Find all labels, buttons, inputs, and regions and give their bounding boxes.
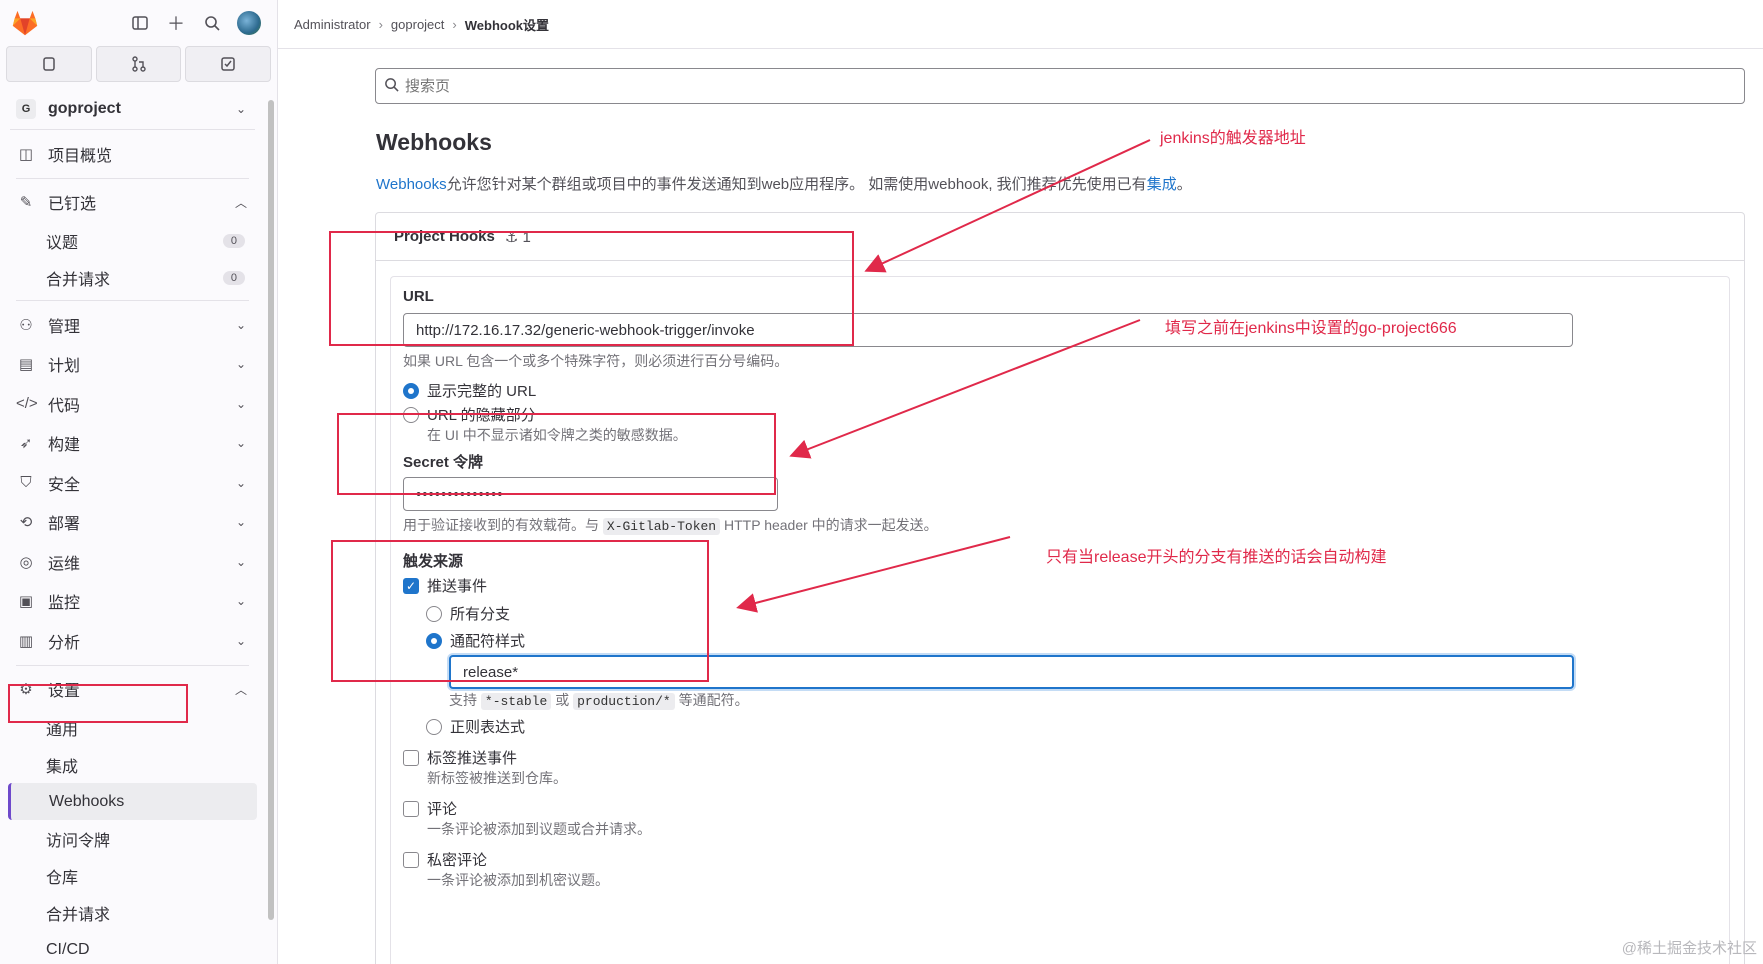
annotation-release-note: 只有当release开头的分支有推送的话会自动构建 bbox=[1046, 549, 1387, 566]
sidebar-item-merge-requests[interactable]: 合并请求 0 bbox=[0, 259, 265, 296]
sidebar-toggle-icon[interactable] bbox=[129, 12, 151, 34]
sidebar: ＋ G goproject ⌄ ◫ 项目概览 ✎ 已钉选 ︿ 议题 0 合并请求… bbox=[0, 0, 278, 964]
main-content: Webhooks Webhooks允许您针对某个群组或项目中的事件发送通知到we… bbox=[278, 49, 1763, 964]
project-name: goproject bbox=[48, 99, 121, 117]
annotation-box-webhooks bbox=[8, 684, 188, 723]
watermark: @稀土掘金技术社区 bbox=[1621, 940, 1757, 957]
rocket-icon: ➶ bbox=[19, 435, 33, 453]
count-badge: 0 bbox=[222, 233, 245, 248]
plus-icon[interactable]: ＋ bbox=[165, 12, 187, 34]
chevron-up-icon: ︿ bbox=[234, 195, 247, 210]
sidebar-item-operate[interactable]: ◎ 运维 ⌄ bbox=[0, 542, 265, 582]
chevron-up-icon: ︿ bbox=[234, 682, 247, 697]
comments-checkbox[interactable]: 评论 bbox=[403, 798, 457, 819]
chevron-down-icon: ⌄ bbox=[235, 396, 247, 411]
analytics-icon: ▥ bbox=[18, 632, 34, 650]
chart-icon: ▣ bbox=[18, 593, 34, 611]
sidebar-item-analytics[interactable]: ▥ 分析 ⌄ bbox=[0, 621, 265, 661]
gitlab-logo-icon[interactable] bbox=[10, 8, 40, 38]
breadcrumb-current[interactable]: Webhook设置 bbox=[465, 15, 549, 34]
chevron-right-icon: › bbox=[452, 16, 457, 32]
url-help: 如果 URL 包含一个或多个特殊字符，则必须进行百分号编码。 bbox=[403, 353, 789, 369]
tag-push-help: 新标签被推送到仓库。 bbox=[427, 770, 567, 786]
chevron-right-icon: › bbox=[378, 16, 383, 32]
shield-icon: ⛉ bbox=[20, 474, 32, 492]
chevron-down-icon: ⌄ bbox=[235, 554, 247, 569]
pin-icon: ✎ bbox=[19, 194, 33, 212]
radio-checked-icon bbox=[403, 382, 419, 399]
checkbox-icon bbox=[403, 800, 419, 817]
show-full-url-radio[interactable]: 显示完整的 URL bbox=[403, 380, 536, 401]
sidebar-item-settings-merge-requests[interactable]: 合并请求 bbox=[0, 894, 265, 931]
sidebar-item-manage[interactable]: ⚇ 管理 ⌄ bbox=[0, 305, 265, 345]
search-field[interactable] bbox=[375, 68, 1745, 104]
sidebar-item-cicd[interactable]: CI/CD bbox=[0, 931, 265, 964]
code-icon: </> bbox=[16, 395, 38, 413]
sidebar-item-pinned[interactable]: ✎ 已钉选 ︿ bbox=[0, 183, 265, 223]
chevron-down-icon: ⌄ bbox=[235, 357, 247, 372]
radio-icon bbox=[426, 718, 442, 735]
integrations-link[interactable]: 集成 bbox=[1147, 176, 1177, 193]
sidebar-scrollbar[interactable] bbox=[267, 88, 275, 964]
regex-radio[interactable]: 正则表达式 bbox=[426, 716, 525, 737]
annotation-box-url bbox=[329, 231, 854, 346]
monitor-icon: ◎ bbox=[19, 553, 33, 571]
todo-tab-icon[interactable] bbox=[185, 46, 272, 82]
annotation-box-trigger bbox=[331, 540, 709, 682]
annotation-jenkins-trigger: jenkins的触发器地址 bbox=[1160, 130, 1306, 147]
search-icon[interactable] bbox=[201, 12, 223, 34]
sidebar-item-security[interactable]: ⛉ 安全 ⌄ bbox=[0, 463, 265, 503]
project-badge: G bbox=[16, 98, 36, 119]
merge-requests-tab-icon[interactable] bbox=[95, 46, 182, 82]
sidebar-item-deploy[interactable]: ⟲ 部署 ⌄ bbox=[0, 503, 265, 543]
tag-push-checkbox[interactable]: 标签推送事件 bbox=[403, 747, 517, 768]
search-icon bbox=[384, 77, 399, 96]
sidebar-item-code[interactable]: </> 代码 ⌄ bbox=[0, 384, 265, 424]
sidebar-item-monitor[interactable]: ▣ 监控 ⌄ bbox=[0, 582, 265, 622]
chevron-down-icon: ⌄ bbox=[235, 436, 247, 451]
webhooks-doc-link[interactable]: Webhooks bbox=[376, 176, 447, 193]
sidebar-item-issues[interactable]: 议题 0 bbox=[0, 222, 265, 259]
comments-help: 一条评论被添加到议题或合并请求。 bbox=[427, 821, 651, 837]
sidebar-item-overview[interactable]: ◫ 项目概览 bbox=[0, 134, 265, 174]
chevron-down-icon: ⌄ bbox=[235, 594, 247, 609]
deploy-icon: ⟲ bbox=[19, 514, 33, 532]
issues-tab-icon[interactable] bbox=[6, 46, 92, 82]
chevron-down-icon: ⌄ bbox=[235, 515, 247, 530]
page-title: Webhooks bbox=[376, 129, 492, 155]
breadcrumb-item[interactable]: goproject bbox=[391, 17, 444, 32]
secret-token-help: 用于验证接收到的有效载荷。与 X-Gitlab-Token HTTP heade… bbox=[403, 517, 938, 535]
annotation-secret-note: 填写之前在jenkins中设置的go-project666 bbox=[1165, 320, 1457, 337]
checkbox-icon bbox=[403, 851, 419, 868]
page-description: Webhooks允许您针对某个群组或项目中的事件发送通知到web应用程序。 如需… bbox=[376, 176, 1192, 193]
chevron-down-icon: ⌄ bbox=[235, 101, 247, 116]
manage-icon: ⚇ bbox=[19, 316, 33, 334]
sidebar-item-webhooks[interactable]: Webhooks bbox=[8, 783, 257, 820]
chevron-down-icon: ⌄ bbox=[235, 317, 247, 332]
checkbox-icon bbox=[403, 749, 419, 766]
sidebar-item-repository[interactable]: 仓库 bbox=[0, 857, 265, 894]
sidebar-item-build[interactable]: ➶ 构建 ⌄ bbox=[0, 424, 265, 464]
sidebar-item-access-tokens[interactable]: 访问令牌 bbox=[0, 820, 265, 857]
search-input[interactable] bbox=[405, 77, 1629, 95]
avatar[interactable] bbox=[237, 11, 261, 35]
chevron-down-icon: ⌄ bbox=[235, 475, 247, 490]
overview-icon: ◫ bbox=[18, 145, 34, 163]
count-badge: 0 bbox=[222, 270, 245, 285]
project-switcher[interactable]: G goproject ⌄ bbox=[10, 88, 255, 130]
annotation-box-secret bbox=[337, 413, 776, 495]
confidential-comments-help: 一条评论被添加到机密议题。 bbox=[427, 872, 609, 888]
plan-icon: ▤ bbox=[18, 356, 34, 374]
breadcrumb-item[interactable]: Administrator bbox=[294, 17, 371, 32]
sidebar-item-plan[interactable]: ▤ 计划 ⌄ bbox=[0, 345, 265, 385]
confidential-comments-checkbox[interactable]: 私密评论 bbox=[403, 849, 487, 870]
sidebar-item-integrations[interactable]: 集成 bbox=[0, 746, 265, 783]
breadcrumb: Administrator › goproject › Webhook设置 bbox=[278, 0, 1763, 49]
wildcard-help: 支持 *-stable 或 production/* 等通配符。 bbox=[449, 692, 749, 710]
sidebar-top: ＋ bbox=[0, 0, 277, 46]
chevron-down-icon: ⌄ bbox=[235, 633, 247, 648]
sidebar-nav: G goproject ⌄ ◫ 项目概览 ✎ 已钉选 ︿ 议题 0 合并请求 0… bbox=[0, 88, 265, 964]
